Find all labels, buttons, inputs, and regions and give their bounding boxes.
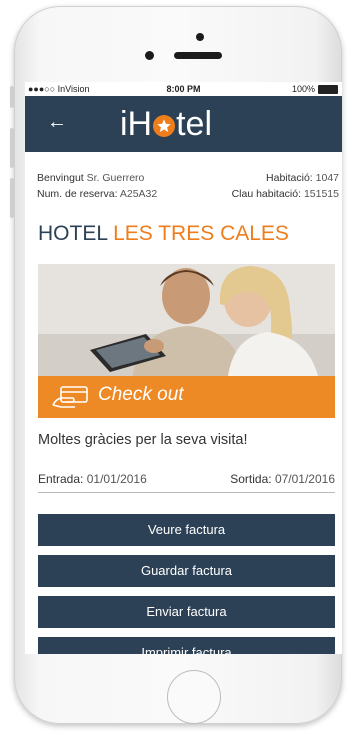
mute-switch [10, 86, 14, 108]
screen: ●●●○○ InVision 8:00 PM 100% ← iH tel Ben… [25, 82, 342, 654]
credit-card-hand-icon [51, 385, 91, 414]
battery-status: 100% [292, 84, 338, 94]
checkout-label: Check out [98, 384, 184, 405]
earpiece-camera [196, 33, 204, 41]
guest-info: Benvingut Sr. Guerrero Habitació: 1047 N… [25, 170, 342, 202]
hotel-title-prefix: HOTEL [38, 222, 108, 245]
room-label: Habitació: [266, 172, 313, 184]
guests-photo [38, 264, 335, 376]
back-arrow-icon[interactable]: ← [47, 110, 67, 134]
logo-text-prefix: iH [120, 105, 153, 143]
room: Habitació: 1047 [266, 170, 339, 186]
room-number: 1047 [315, 172, 339, 184]
save-invoice-button[interactable]: Guardar factura [38, 555, 335, 587]
entry-date: Entrada: 01/01/2016 [38, 472, 147, 486]
entry-label: Entrada: [38, 472, 84, 486]
battery-percent: 100% [291, 84, 315, 94]
volume-up-button [10, 128, 14, 168]
reservation-number: A25A32 [119, 188, 158, 200]
app-header: ← iH tel [25, 96, 342, 152]
speaker [174, 52, 222, 59]
stay-dates: Entrada: 01/01/2016 Sortida: 07/01/2016 [38, 472, 335, 493]
send-invoice-button[interactable]: Enviar factura [38, 596, 335, 628]
thank-you-message: Moltes gràcies per la seva visita! [38, 432, 248, 448]
exit-label: Sortida: [230, 472, 272, 486]
view-invoice-button[interactable]: Veure factura [38, 514, 335, 546]
reservation-label: Num. de reserva: [37, 188, 118, 200]
checkout-banner[interactable]: Check out [38, 376, 335, 418]
guest-info-row-1: Benvingut Sr. Guerrero Habitació: 1047 [25, 170, 342, 186]
volume-down-button [10, 178, 14, 218]
logo-text-suffix: tel [176, 105, 213, 143]
guest-name: Sr. Guerrero [86, 172, 145, 184]
status-bar: ●●●○○ InVision 8:00 PM 100% [25, 82, 342, 96]
hotel-title: HOTEL LES TRES CALES [38, 222, 289, 246]
star-icon [153, 115, 176, 137]
app-logo: iH tel [120, 102, 212, 146]
print-invoice-button[interactable]: Imprimir factura [38, 637, 335, 654]
front-camera [145, 51, 154, 60]
reservation: Num. de reserva: A25A32 [37, 186, 157, 202]
welcome-label: Benvingut [37, 172, 84, 184]
battery-icon [318, 84, 338, 94]
welcome: Benvingut Sr. Guerrero [37, 170, 144, 186]
room-key: Clau habitació: 151515 [232, 186, 339, 202]
room-key-label: Clau habitació: [231, 188, 302, 200]
hotel-title-name: LES TRES CALES [113, 222, 289, 245]
exit-value: 07/01/2016 [274, 472, 335, 486]
room-key-value: 151515 [303, 188, 339, 200]
guest-info-row-2: Num. de reserva: A25A32 Clau habitació: … [25, 186, 342, 202]
home-button[interactable] [167, 670, 221, 724]
exit-date: Sortida: 07/01/2016 [230, 472, 335, 486]
entry-value: 01/01/2016 [86, 472, 147, 486]
